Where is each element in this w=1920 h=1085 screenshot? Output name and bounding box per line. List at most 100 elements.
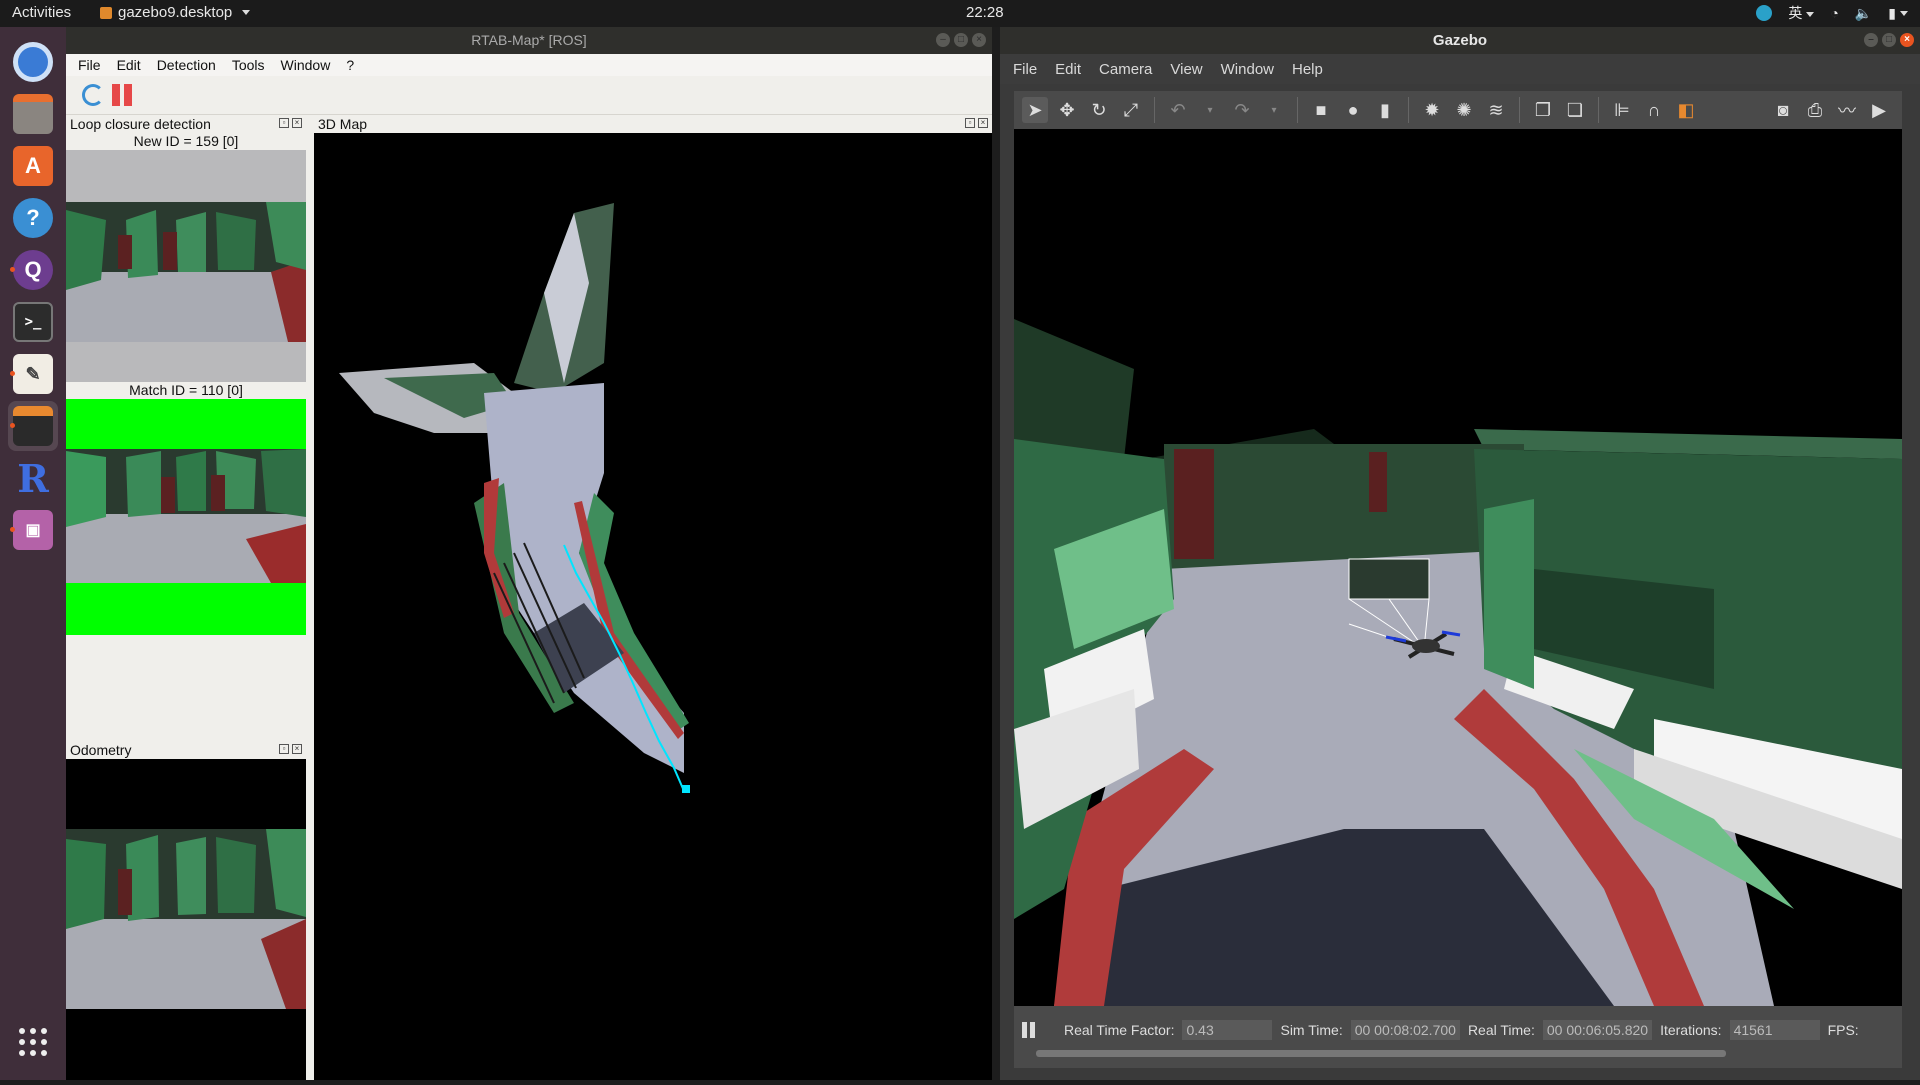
- real-time-label: Real Time:: [1467, 1022, 1535, 1038]
- qt-creator-icon: Q: [13, 250, 53, 290]
- dock-chromium[interactable]: [8, 37, 58, 87]
- activities-button[interactable]: Activities: [12, 4, 71, 21]
- odometry-image: [66, 759, 306, 1080]
- menu-window[interactable]: Window: [273, 57, 339, 73]
- dock-terminal[interactable]: >_: [8, 297, 58, 347]
- close-button[interactable]: ×: [292, 118, 302, 128]
- float-button[interactable]: ▫: [279, 744, 289, 754]
- cylinder-shape-icon[interactable]: ▮: [1372, 97, 1398, 123]
- show-applications-button[interactable]: [8, 1017, 58, 1067]
- box-shape-icon[interactable]: ■: [1308, 97, 1334, 123]
- dock-qt-creator[interactable]: Q: [8, 245, 58, 295]
- panel-titlebar: Loop closure detection ▫ ×: [66, 115, 306, 133]
- minimize-button[interactable]: –: [1864, 33, 1878, 47]
- fps-label: FPS:: [1827, 1022, 1859, 1038]
- input-method[interactable]: 英: [1788, 3, 1815, 23]
- menu-edit[interactable]: Edit: [109, 57, 149, 73]
- horizontal-scrollbar[interactable]: [1036, 1050, 1726, 1057]
- match-image: [66, 399, 306, 635]
- menu-camera[interactable]: Camera: [1090, 61, 1161, 78]
- new-image: [66, 150, 306, 382]
- menu-file[interactable]: File: [70, 57, 109, 73]
- copy-icon[interactable]: ❐: [1530, 97, 1556, 123]
- redo-icon[interactable]: ↷: [1229, 97, 1255, 123]
- map-3d-view[interactable]: [314, 133, 992, 1080]
- robot-pose-marker: [682, 785, 690, 793]
- rtf-label: Real Time Factor:: [1064, 1022, 1175, 1038]
- screenshot-icon[interactable]: ◙: [1770, 97, 1796, 123]
- volume-icon[interactable]: 🔈: [1855, 5, 1872, 22]
- update-icon[interactable]: [1756, 5, 1773, 21]
- menu-window[interactable]: Window: [1212, 61, 1283, 78]
- app-menu[interactable]: gazebo9.desktop: [100, 4, 251, 21]
- help-icon: ?: [13, 198, 53, 238]
- menu-file[interactable]: File: [1004, 61, 1046, 78]
- wifi-icon[interactable]: ◔: [1830, 5, 1838, 21]
- close-button[interactable]: ×: [292, 744, 302, 754]
- dock-text-editor[interactable]: ✎: [8, 349, 58, 399]
- rotate-icon[interactable]: ↻: [1086, 97, 1112, 123]
- redo-history-icon[interactable]: ▾: [1261, 97, 1287, 123]
- align-icon[interactable]: ⊫: [1609, 97, 1635, 123]
- dock-software-center[interactable]: A: [8, 141, 58, 191]
- close-button[interactable]: ×: [978, 118, 988, 128]
- running-indicator: [10, 267, 15, 272]
- gazebo-3d-view[interactable]: [1014, 129, 1902, 1006]
- menu-edit[interactable]: Edit: [1046, 61, 1090, 78]
- menu-detection[interactable]: Detection: [149, 57, 224, 73]
- pause-icon[interactable]: [112, 84, 132, 106]
- snap-icon[interactable]: ∩: [1641, 97, 1667, 123]
- ime-label: 英: [1788, 5, 1803, 21]
- window-titlebar[interactable]: Gazebo – □ ×: [1000, 27, 1920, 54]
- battery-icon[interactable]: ▮: [1888, 5, 1908, 22]
- menu-view[interactable]: View: [1161, 61, 1211, 78]
- menu-help[interactable]: Help: [1283, 61, 1332, 78]
- float-button[interactable]: ▫: [279, 118, 289, 128]
- point-light-icon[interactable]: ✹: [1419, 97, 1445, 123]
- app-grid-icon: [19, 1028, 47, 1056]
- plot-icon[interactable]: 〰: [1834, 97, 1860, 123]
- chevron-down-icon: [1900, 11, 1908, 17]
- window-titlebar[interactable]: RTAB-Map* [ROS] – □ ×: [66, 27, 992, 54]
- window-title: Gazebo: [1432, 32, 1488, 49]
- minimize-button[interactable]: –: [936, 33, 950, 47]
- scale-icon[interactable]: ⤢: [1118, 97, 1144, 123]
- corridor-image: [66, 399, 306, 635]
- translate-icon[interactable]: ✥: [1054, 97, 1080, 123]
- pause-simulation-button[interactable]: [1022, 1022, 1036, 1038]
- float-button[interactable]: ▫: [965, 118, 975, 128]
- record-video-icon[interactable]: ▶: [1866, 97, 1892, 123]
- spot-light-icon[interactable]: ✺: [1451, 97, 1477, 123]
- select-arrow-icon[interactable]: ➤: [1022, 97, 1048, 123]
- directional-light-icon[interactable]: ≋: [1483, 97, 1509, 123]
- maximize-button[interactable]: □: [954, 33, 968, 47]
- log-icon[interactable]: ⎙: [1802, 97, 1828, 123]
- rtabmap-window: RTAB-Map* [ROS] – □ × File Edit Detectio…: [66, 27, 992, 1080]
- undo-history-icon[interactable]: ▾: [1197, 97, 1223, 123]
- network-icon: ▣: [13, 510, 53, 550]
- clock[interactable]: 22:28: [966, 4, 1004, 21]
- camera-image-preview: [1348, 558, 1430, 600]
- corridor-image: [66, 150, 306, 382]
- close-button[interactable]: ×: [1900, 33, 1914, 47]
- panel-title: 3D Map: [318, 116, 368, 132]
- dock-files[interactable]: [8, 89, 58, 139]
- files-icon: [13, 94, 53, 134]
- menu-tools[interactable]: Tools: [224, 57, 273, 73]
- dock-network[interactable]: ▣: [8, 505, 58, 555]
- menu-help[interactable]: ?: [338, 57, 362, 73]
- paste-icon[interactable]: ❏: [1562, 97, 1588, 123]
- sphere-shape-icon[interactable]: ●: [1340, 97, 1366, 123]
- refresh-icon[interactable]: [82, 84, 104, 106]
- view-angle-icon[interactable]: ◧: [1673, 97, 1699, 123]
- rtf-value: 0.43: [1182, 1020, 1273, 1040]
- dock-rviz[interactable]: [8, 401, 58, 451]
- running-indicator: [10, 371, 15, 376]
- undo-icon[interactable]: ↶: [1165, 97, 1191, 123]
- corridor-image: [66, 759, 306, 1080]
- rviz-icon: [13, 406, 53, 446]
- dock-rtabmap[interactable]: R: [8, 453, 58, 503]
- maximize-button[interactable]: □: [1882, 33, 1896, 47]
- close-button[interactable]: ×: [972, 33, 986, 47]
- dock-help[interactable]: ?: [8, 193, 58, 243]
